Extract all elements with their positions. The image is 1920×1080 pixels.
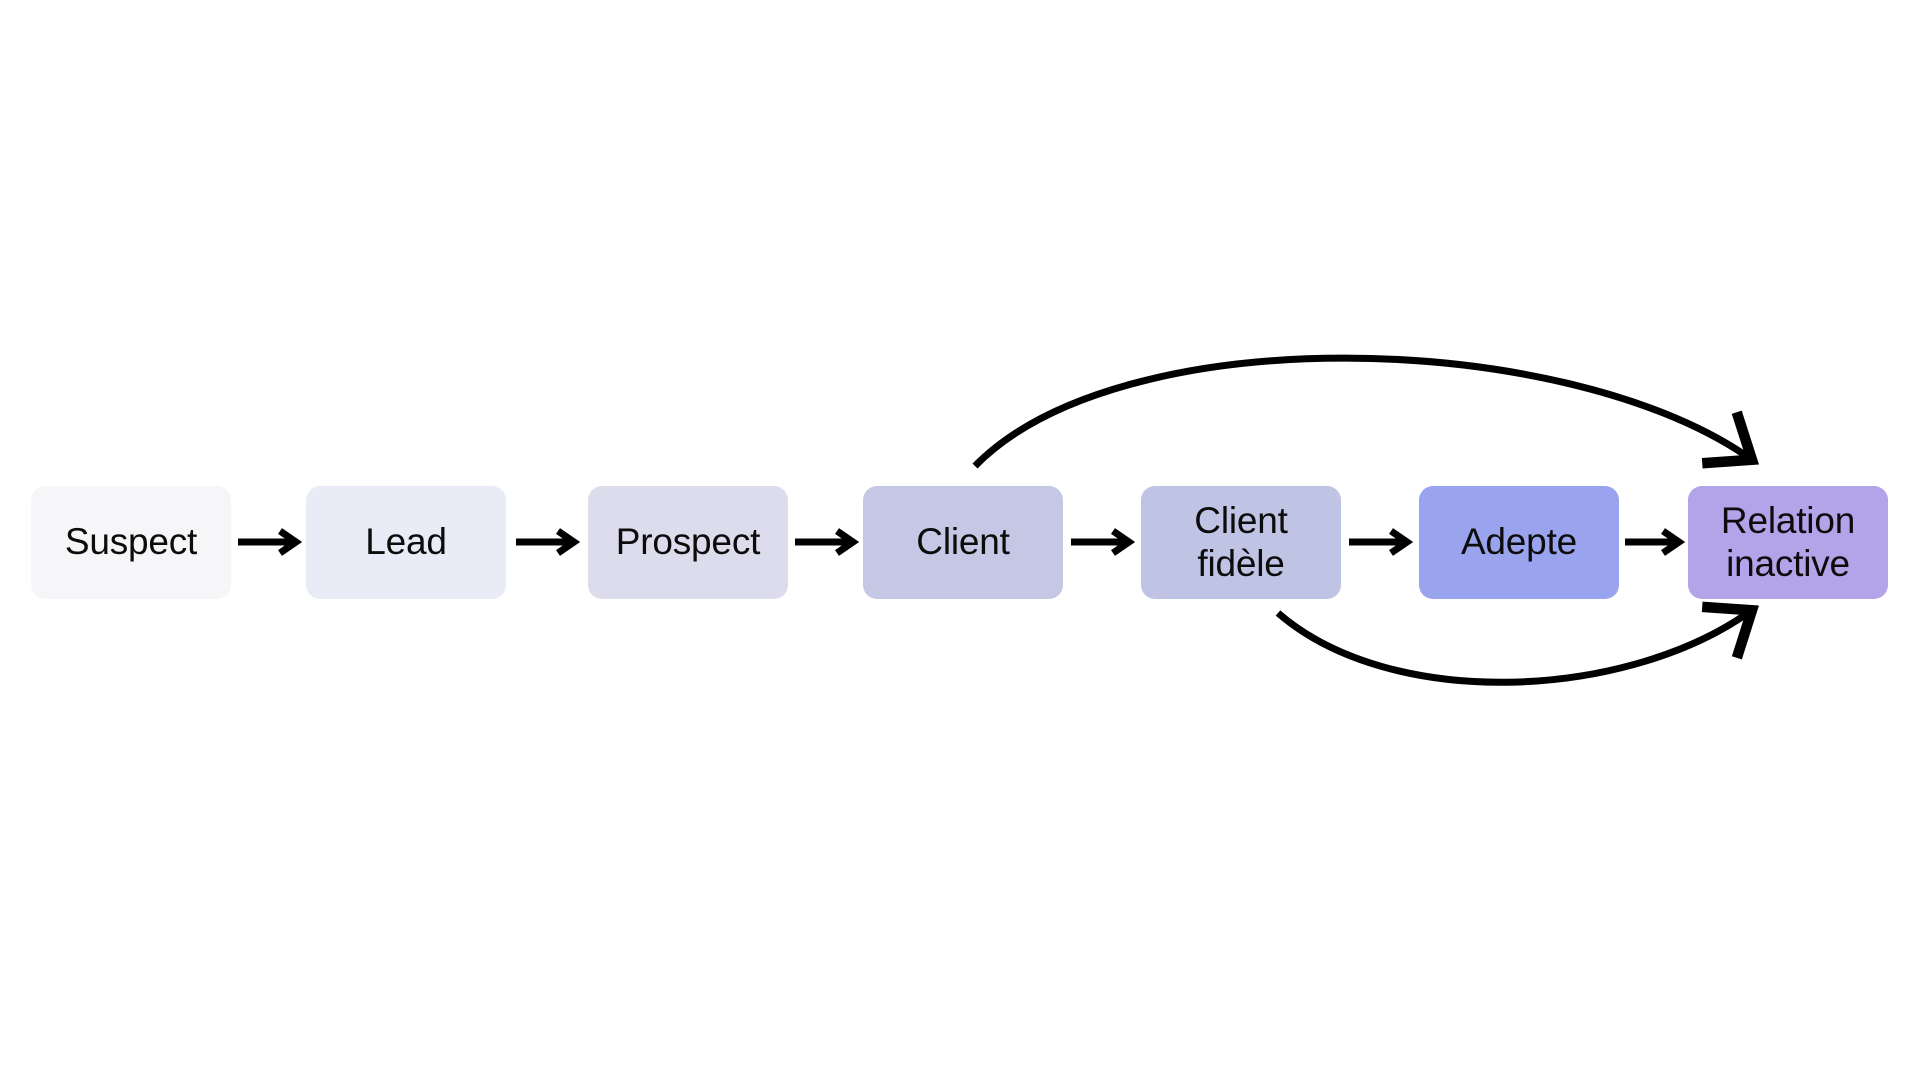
stage-label-prospect: Prospect bbox=[615, 521, 761, 563]
arrow-right-icon bbox=[516, 528, 580, 556]
stage-label-client: Client bbox=[916, 521, 1010, 563]
stage-box-client-fidele[interactable]: Client fidèle bbox=[1141, 485, 1341, 599]
arrow-right-icon bbox=[794, 528, 859, 556]
curved-arrow-client-to-relation-inactive bbox=[972, 354, 1760, 469]
stage-label-suspect: Suspect bbox=[64, 521, 198, 563]
arrow-right-icon bbox=[1624, 528, 1685, 556]
stage-box-suspect[interactable]: Suspect bbox=[31, 485, 231, 599]
arrow-suspect-to-lead bbox=[231, 484, 306, 600]
stage-box-adepte[interactable]: Adepte bbox=[1419, 485, 1619, 599]
arrow-lead-to-prospect bbox=[506, 484, 588, 600]
arrow-right-icon bbox=[237, 528, 302, 556]
stage-box-relation-inactive[interactable]: Relation inactive bbox=[1688, 485, 1888, 599]
stage-label-relation-inactive: Relation inactive bbox=[1720, 499, 1856, 584]
stage-box-prospect[interactable]: Prospect bbox=[588, 485, 788, 599]
arrow-adepte-to-relation-inactive bbox=[1619, 484, 1688, 600]
stage-label-lead: Lead bbox=[365, 521, 447, 563]
arrow-right-icon bbox=[1071, 528, 1135, 556]
curved-arrow-client-fidele-to-relation-inactive bbox=[1275, 601, 1759, 686]
stage-box-lead[interactable]: Lead bbox=[306, 485, 506, 599]
stage-label-adepte: Adepte bbox=[1460, 521, 1578, 563]
arrow-right-icon bbox=[1349, 528, 1413, 556]
arrow-prospect-to-client bbox=[788, 484, 863, 600]
stage-label-client-fidele: Client fidèle bbox=[1194, 499, 1288, 584]
stage-box-client[interactable]: Client bbox=[863, 485, 1063, 599]
stage-flow-row: Suspect Lead Prospect Client Client fidè… bbox=[0, 484, 1920, 600]
arrow-client-fidele-to-adepte bbox=[1341, 484, 1419, 600]
diagram-canvas: Suspect Lead Prospect Client Client fidè… bbox=[0, 0, 1920, 1080]
arrow-client-to-client-fidele bbox=[1063, 484, 1141, 600]
